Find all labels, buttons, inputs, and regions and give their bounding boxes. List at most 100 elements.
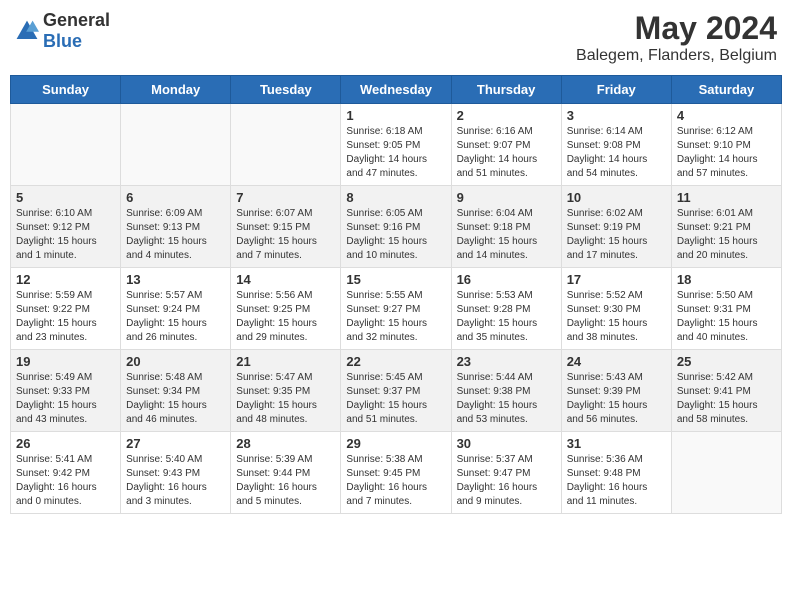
day-number: 5 xyxy=(16,190,115,205)
calendar-cell: 1 Sunrise: 6:18 AM Sunset: 9:05 PM Daylig… xyxy=(341,104,451,186)
day-number: 30 xyxy=(457,436,556,451)
calendar-cell: 19Sunrise: 5:49 AM Sunset: 9:33 PM Dayli… xyxy=(11,350,121,432)
calendar-cell: 11 Sunrise: 6:01 AM Sunset: 9:21 PM Dayli… xyxy=(671,186,781,268)
day-number: 15 xyxy=(346,272,445,287)
calendar-cell: 8 Sunrise: 6:05 AM Sunset: 9:16 PM Daylig… xyxy=(341,186,451,268)
day-number: 31 xyxy=(567,436,666,451)
day-number: 20 xyxy=(126,354,225,369)
day-number: 10 xyxy=(567,190,666,205)
day-info: Sunrise: 5:38 AM Sunset: 9:45 PM Dayligh… xyxy=(346,453,445,509)
day-info: Sunrise: 5:42 AM Sunset: 9:41 PM Dayligh… xyxy=(677,371,776,427)
title-area: May 2024 Balegem, Flanders, Belgium xyxy=(576,10,777,65)
day-info: Sunrise: 6:09 AM Sunset: 9:13 PM Dayligh… xyxy=(126,207,225,263)
day-info: Sunrise: 5:52 AM Sunset: 9:30 PM Dayligh… xyxy=(567,289,666,345)
day-info: Sunrise: 5:40 AM Sunset: 9:43 PM Dayligh… xyxy=(126,453,225,509)
day-number: 11 xyxy=(677,190,776,205)
calendar-cell: 9 Sunrise: 6:04 AM Sunset: 9:18 PM Daylig… xyxy=(451,186,561,268)
day-number: 6 xyxy=(126,190,225,205)
day-number: 21 xyxy=(236,354,335,369)
weekday-header: Monday xyxy=(121,76,231,104)
logo-blue: Blue xyxy=(43,31,82,51)
day-number: 22 xyxy=(346,354,445,369)
calendar-cell: 6 Sunrise: 6:09 AM Sunset: 9:13 PM Daylig… xyxy=(121,186,231,268)
day-info: Sunrise: 5:44 AM Sunset: 9:38 PM Dayligh… xyxy=(457,371,556,427)
day-number: 7 xyxy=(236,190,335,205)
day-info: Sunrise: 6:05 AM Sunset: 9:16 PM Dayligh… xyxy=(346,207,445,263)
calendar-cell xyxy=(671,432,781,514)
day-info: Sunrise: 6:02 AM Sunset: 9:19 PM Dayligh… xyxy=(567,207,666,263)
day-number: 19 xyxy=(16,354,115,369)
calendar-cell: 16 Sunrise: 5:53 AM Sunset: 9:28 PM Dayli… xyxy=(451,268,561,350)
calendar-cell: 18 Sunrise: 5:50 AM Sunset: 9:31 PM Dayli… xyxy=(671,268,781,350)
calendar-cell: 15 Sunrise: 5:55 AM Sunset: 9:27 PM Dayli… xyxy=(341,268,451,350)
weekday-header: Wednesday xyxy=(341,76,451,104)
day-number: 8 xyxy=(346,190,445,205)
day-info: Sunrise: 5:56 AM Sunset: 9:25 PM Dayligh… xyxy=(236,289,335,345)
calendar-week-row: 1 Sunrise: 6:18 AM Sunset: 9:05 PM Daylig… xyxy=(11,104,782,186)
calendar-cell: 29 Sunrise: 5:38 AM Sunset: 9:45 PM Dayli… xyxy=(341,432,451,514)
page-header: General Blue May 2024 Balegem, Flanders,… xyxy=(10,10,782,65)
day-number: 18 xyxy=(677,272,776,287)
calendar-cell: 20 Sunrise: 5:48 AM Sunset: 9:34 PM Dayli… xyxy=(121,350,231,432)
day-number: 9 xyxy=(457,190,556,205)
day-info: Sunrise: 6:14 AM Sunset: 9:08 PM Dayligh… xyxy=(567,125,666,181)
logo-general: General xyxy=(43,10,110,30)
weekday-header: Thursday xyxy=(451,76,561,104)
day-number: 12 xyxy=(16,272,115,287)
day-number: 14 xyxy=(236,272,335,287)
day-number: 1 xyxy=(346,108,445,123)
calendar-week-row: 26Sunrise: 5:41 AM Sunset: 9:42 PM Dayli… xyxy=(11,432,782,514)
day-info: Sunrise: 6:12 AM Sunset: 9:10 PM Dayligh… xyxy=(677,125,776,181)
day-info: Sunrise: 6:04 AM Sunset: 9:18 PM Dayligh… xyxy=(457,207,556,263)
calendar-cell: 31 Sunrise: 5:36 AM Sunset: 9:48 PM Dayli… xyxy=(561,432,671,514)
day-number: 28 xyxy=(236,436,335,451)
calendar-cell: 21Sunrise: 5:47 AM Sunset: 9:35 PM Dayli… xyxy=(231,350,341,432)
day-info: Sunrise: 5:53 AM Sunset: 9:28 PM Dayligh… xyxy=(457,289,556,345)
weekday-header: Tuesday xyxy=(231,76,341,104)
day-number: 13 xyxy=(126,272,225,287)
calendar-cell: 23Sunrise: 5:44 AM Sunset: 9:38 PM Dayli… xyxy=(451,350,561,432)
calendar-cell: 27Sunrise: 5:40 AM Sunset: 9:43 PM Dayli… xyxy=(121,432,231,514)
calendar-cell xyxy=(231,104,341,186)
day-number: 2 xyxy=(457,108,556,123)
day-info: Sunrise: 6:18 AM Sunset: 9:05 PM Dayligh… xyxy=(346,125,445,181)
calendar-cell: 28 Sunrise: 5:39 AM Sunset: 9:44 PM Dayli… xyxy=(231,432,341,514)
day-info: Sunrise: 5:59 AM Sunset: 9:22 PM Dayligh… xyxy=(16,289,115,345)
day-info: Sunrise: 5:50 AM Sunset: 9:31 PM Dayligh… xyxy=(677,289,776,345)
calendar-cell: 3 Sunrise: 6:14 AM Sunset: 9:08 PM Daylig… xyxy=(561,104,671,186)
calendar-cell: 30 Sunrise: 5:37 AM Sunset: 9:47 PM Dayli… xyxy=(451,432,561,514)
month-title: May 2024 xyxy=(576,10,777,47)
location-title: Balegem, Flanders, Belgium xyxy=(576,47,777,65)
logo: General Blue xyxy=(15,10,110,52)
calendar-cell xyxy=(11,104,121,186)
calendar-cell: 5 Sunrise: 6:10 AM Sunset: 9:12 PM Daylig… xyxy=(11,186,121,268)
weekday-header: Sunday xyxy=(11,76,121,104)
calendar-cell: 22Sunrise: 5:45 AM Sunset: 9:37 PM Dayli… xyxy=(341,350,451,432)
day-info: Sunrise: 6:01 AM Sunset: 9:21 PM Dayligh… xyxy=(677,207,776,263)
calendar-week-row: 5 Sunrise: 6:10 AM Sunset: 9:12 PM Daylig… xyxy=(11,186,782,268)
day-info: Sunrise: 5:39 AM Sunset: 9:44 PM Dayligh… xyxy=(236,453,335,509)
weekday-header: Friday xyxy=(561,76,671,104)
calendar-cell xyxy=(121,104,231,186)
calendar-week-row: 19Sunrise: 5:49 AM Sunset: 9:33 PM Dayli… xyxy=(11,350,782,432)
calendar-cell: 4 Sunrise: 6:12 AM Sunset: 9:10 PM Daylig… xyxy=(671,104,781,186)
day-info: Sunrise: 5:55 AM Sunset: 9:27 PM Dayligh… xyxy=(346,289,445,345)
day-info: Sunrise: 6:10 AM Sunset: 9:12 PM Dayligh… xyxy=(16,207,115,263)
calendar-cell: 14 Sunrise: 5:56 AM Sunset: 9:25 PM Dayli… xyxy=(231,268,341,350)
day-info: Sunrise: 5:48 AM Sunset: 9:34 PM Dayligh… xyxy=(126,371,225,427)
day-info: Sunrise: 5:36 AM Sunset: 9:48 PM Dayligh… xyxy=(567,453,666,509)
calendar-cell: 24Sunrise: 5:43 AM Sunset: 9:39 PM Dayli… xyxy=(561,350,671,432)
day-number: 16 xyxy=(457,272,556,287)
calendar-table: SundayMondayTuesdayWednesdayThursdayFrid… xyxy=(10,75,782,514)
day-number: 17 xyxy=(567,272,666,287)
calendar-cell: 26Sunrise: 5:41 AM Sunset: 9:42 PM Dayli… xyxy=(11,432,121,514)
calendar-cell: 25 Sunrise: 5:42 AM Sunset: 9:41 PM Dayli… xyxy=(671,350,781,432)
day-number: 3 xyxy=(567,108,666,123)
day-number: 25 xyxy=(677,354,776,369)
calendar-cell: 7Sunrise: 6:07 AM Sunset: 9:15 PM Daylig… xyxy=(231,186,341,268)
day-info: Sunrise: 5:37 AM Sunset: 9:47 PM Dayligh… xyxy=(457,453,556,509)
logo-text: General Blue xyxy=(43,10,110,52)
day-number: 4 xyxy=(677,108,776,123)
day-number: 29 xyxy=(346,436,445,451)
calendar-cell: 12 Sunrise: 5:59 AM Sunset: 9:22 PM Dayli… xyxy=(11,268,121,350)
